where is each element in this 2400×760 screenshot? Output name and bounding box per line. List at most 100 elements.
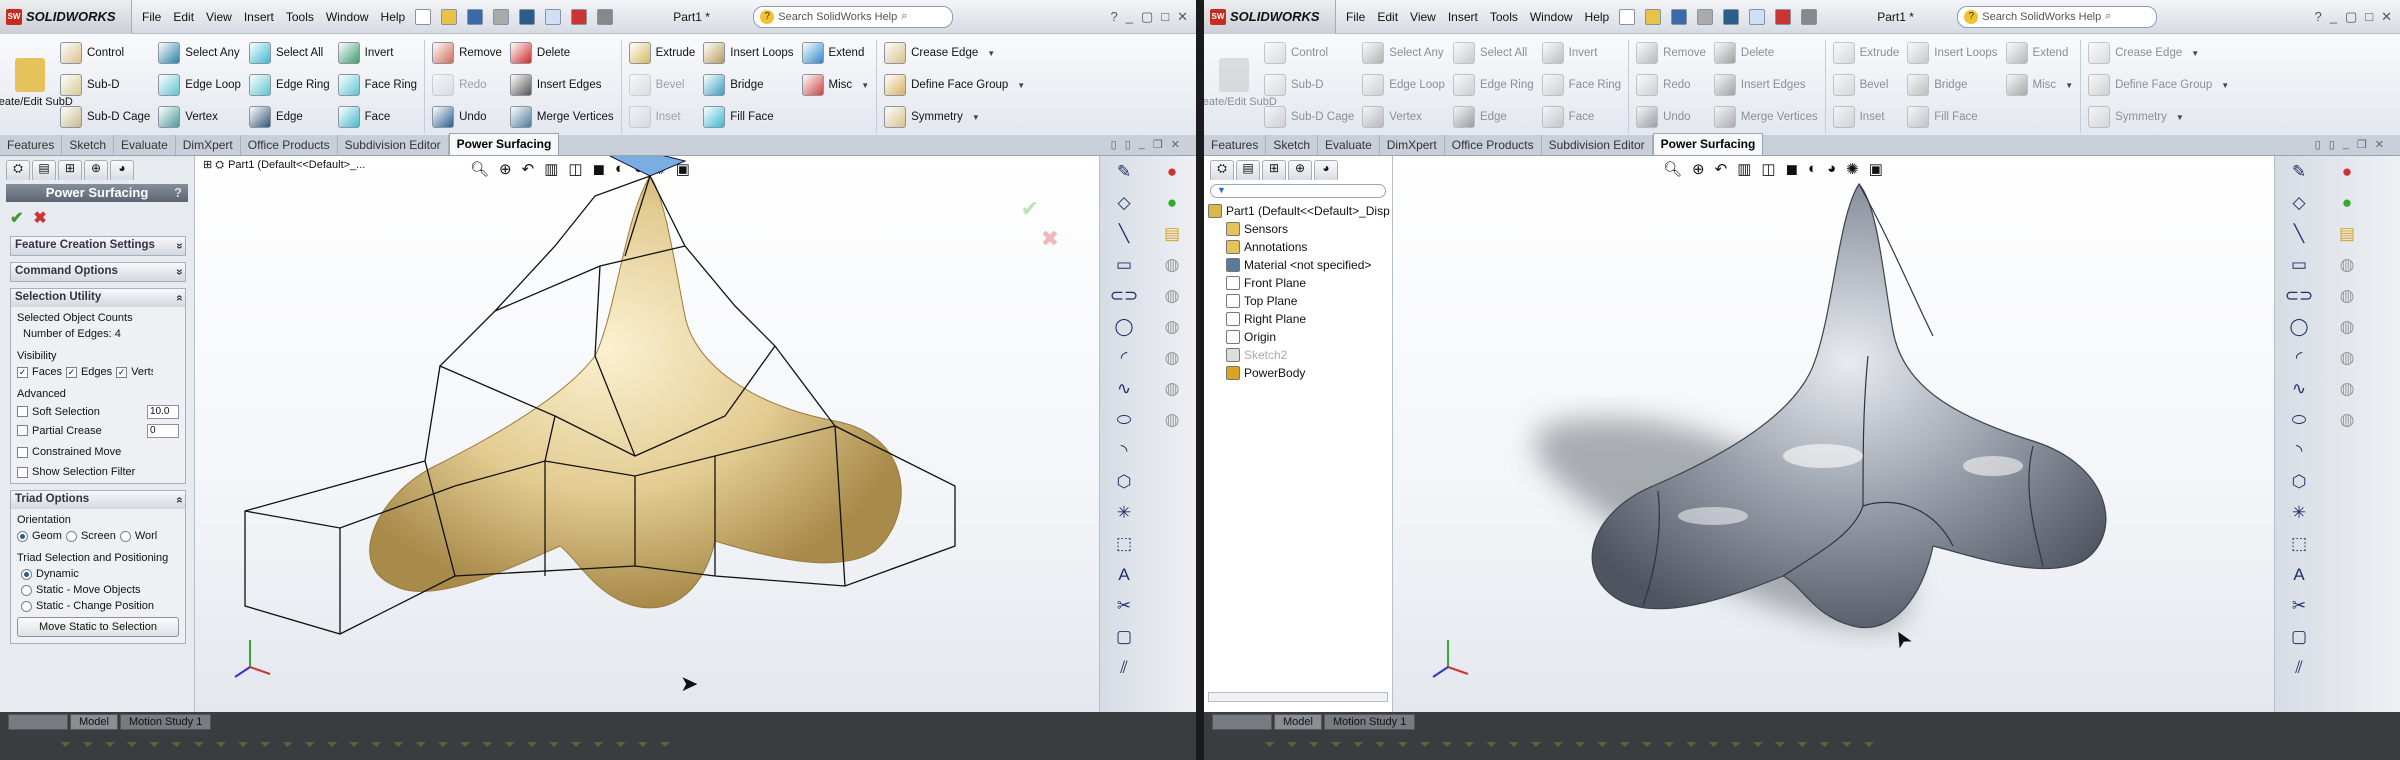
radio-world[interactable] <box>119 530 131 542</box>
render-region-icon[interactable]: ◍ <box>1165 286 1180 306</box>
tree-item-front-plane[interactable]: Front Plane <box>1204 274 1392 292</box>
new-document-icon[interactable] <box>1619 8 1636 25</box>
extend-button[interactable]: Extend <box>2005 40 2074 66</box>
selection-filter-icon[interactable]: ⏷ <box>504 736 515 753</box>
tree-item-sketch2[interactable]: Sketch2 <box>1204 346 1392 364</box>
misc-button[interactable]: Misc ▼ <box>2005 72 2073 98</box>
command-options-group-header[interactable]: Command Options » <box>11 263 185 281</box>
selection-filter-icon[interactable]: ⏷ <box>1353 736 1364 753</box>
selection-filter-icon[interactable]: ⏷ <box>1863 736 1874 753</box>
selection-filter-icon[interactable]: ⏷ <box>1797 736 1808 753</box>
render-icon[interactable]: ◍ <box>1165 255 1180 275</box>
menu-insert[interactable]: Insert <box>244 10 274 24</box>
extrude-button[interactable]: Extrude <box>628 40 695 66</box>
dropdown-caret-icon[interactable]: ▼ <box>987 49 995 58</box>
arc-icon[interactable]: ◜ <box>2296 348 2303 368</box>
featuremanager-tab[interactable]: ⛭ <box>1210 160 1234 180</box>
control-button[interactable]: Control <box>60 40 150 66</box>
confirm-corner-ok-icon[interactable]: ✔ <box>1021 196 1039 222</box>
define-face-group-button[interactable]: Define Face Group ▼ <box>884 72 1025 98</box>
selection-filter-icon[interactable]: ⏷ <box>215 736 226 753</box>
symmetry-button[interactable]: Symmetry ▼ <box>2088 104 2229 130</box>
edge-ring-button[interactable]: Edge Ring <box>248 72 330 98</box>
menu-edit[interactable]: Edit <box>1377 10 1398 24</box>
edge-button[interactable]: Edge <box>1452 104 1534 130</box>
selection-filter-icon[interactable]: ⏷ <box>1619 736 1630 753</box>
tab-evaluate[interactable]: Evaluate <box>1318 135 1380 155</box>
appearance-icon[interactable]: ● <box>2342 162 2352 182</box>
selection-filter-icon[interactable]: ⏷ <box>1553 736 1564 753</box>
tab-subdivision-editor[interactable]: Subdivision Editor <box>338 135 449 155</box>
help-menu-icon[interactable]: ? <box>2314 9 2321 25</box>
selection-filter-icon[interactable]: ⏷ <box>1708 736 1719 753</box>
restore-doc-icon[interactable]: ❐ <box>2357 138 2367 151</box>
radio-dynamic[interactable] <box>21 568 32 580</box>
print-icon[interactable] <box>493 8 510 25</box>
extrude-button[interactable]: Extrude <box>1832 40 1899 66</box>
selection-filter-icon[interactable]: ⏷ <box>415 736 426 753</box>
menu-view[interactable]: View <box>206 10 232 24</box>
pm-help-icon[interactable]: ? <box>174 184 182 202</box>
soft-selection-checkbox[interactable] <box>17 406 28 417</box>
tree-filter-input[interactable]: ▼ <box>1210 184 1386 198</box>
convert-icon[interactable]: ▢ <box>2291 627 2307 647</box>
selection-filter-icon[interactable]: ⏷ <box>1730 736 1741 753</box>
fillet-icon[interactable]: ◝ <box>2296 441 2303 461</box>
restore-doc-icon[interactable]: ❐ <box>1153 138 1163 151</box>
checkbox-edges[interactable]: ✓ <box>65 366 77 378</box>
scene-icon[interactable]: ● <box>2342 193 2352 213</box>
menu-tools[interactable]: Tools <box>286 10 314 24</box>
radio-static-move-objects[interactable] <box>21 584 32 596</box>
selection-filter-icon[interactable]: ⏷ <box>82 736 93 753</box>
minimize-doc-icon[interactable]: _ <box>2343 138 2349 151</box>
crease-edge-button[interactable]: Crease Edge ▼ <box>884 40 1025 66</box>
selection-filter-icon[interactable]: ⏷ <box>1375 736 1386 753</box>
insert-loops-button[interactable]: Insert Loops <box>1907 40 1998 66</box>
close-button[interactable]: ✕ <box>1177 9 1188 25</box>
tab-sketch[interactable]: Sketch <box>62 135 115 155</box>
restore-button[interactable]: ▢ <box>2345 9 2357 25</box>
decal-icon[interactable]: ▤ <box>2339 224 2355 244</box>
select-any-button[interactable]: Select Any <box>158 40 241 66</box>
selection-filter-icon[interactable]: ⏷ <box>615 736 626 753</box>
invert-button[interactable]: Invert <box>337 40 417 66</box>
collapse-icon[interactable]: « <box>171 497 185 503</box>
selection-filter-icon[interactable]: ⏷ <box>593 736 604 753</box>
dropdown-caret-icon[interactable]: ▼ <box>2065 81 2073 90</box>
confirm-corner-cancel-icon[interactable]: ✖ <box>1041 226 1059 252</box>
rectangle-icon[interactable]: ▭ <box>1116 255 1132 275</box>
slot-icon[interactable]: ⊂⊃ <box>2285 286 2314 306</box>
menu-file[interactable]: File <box>142 10 161 24</box>
cancel-x-icon[interactable]: ✖ <box>33 208 46 228</box>
undo-icon[interactable] <box>519 8 536 25</box>
menu-help[interactable]: Help <box>1585 10 1610 24</box>
selection-filter-icon[interactable]: ⏷ <box>104 736 115 753</box>
maximize-button[interactable]: □ <box>1161 9 1169 25</box>
tab-model[interactable]: Model <box>1274 714 1322 730</box>
dropdown-caret-icon[interactable]: ▼ <box>2191 49 2199 58</box>
selection-filter-icon[interactable]: ⏷ <box>437 736 448 753</box>
sketch-icon[interactable]: ✎ <box>2292 162 2306 182</box>
rebuild-icon[interactable] <box>1775 8 1792 25</box>
scroll-tab-placeholder[interactable] <box>1212 714 1272 730</box>
selection-filter-icon[interactable]: ⏷ <box>1819 736 1830 753</box>
tab-office-products[interactable]: Office Products <box>241 135 338 155</box>
selection-filter-icon[interactable]: ⏷ <box>238 736 249 753</box>
selection-filter-icon[interactable]: ⏷ <box>460 736 471 753</box>
fill-face-button[interactable]: Fill Face <box>703 104 793 130</box>
tab-power-surfacing[interactable]: Power Surfacing <box>448 133 560 155</box>
decal-icon[interactable]: ▤ <box>1164 224 1180 244</box>
tab-sketch[interactable]: Sketch <box>1266 135 1319 155</box>
selection-filter-icon[interactable]: ⏷ <box>393 736 404 753</box>
face-ring-button[interactable]: Face Ring <box>1541 72 1621 98</box>
recall-icon[interactable]: ◍ <box>1165 410 1180 430</box>
fillet-icon[interactable]: ◝ <box>1121 441 1128 461</box>
construction-icon[interactable]: ⬚ <box>1116 534 1132 554</box>
subd-model-grey[interactable] <box>1393 156 2274 712</box>
solidworks-logo[interactable]: SW SOLIDWORKS <box>0 0 132 34</box>
tree-item-sensors[interactable]: Sensors <box>1204 220 1392 238</box>
selection-filter-icon[interactable]: ⏷ <box>349 736 360 753</box>
menu-tools[interactable]: Tools <box>1490 10 1518 24</box>
selection-filter-icon[interactable]: ⏷ <box>1686 736 1697 753</box>
propertymanager-tab[interactable]: ▤ <box>1236 160 1260 180</box>
